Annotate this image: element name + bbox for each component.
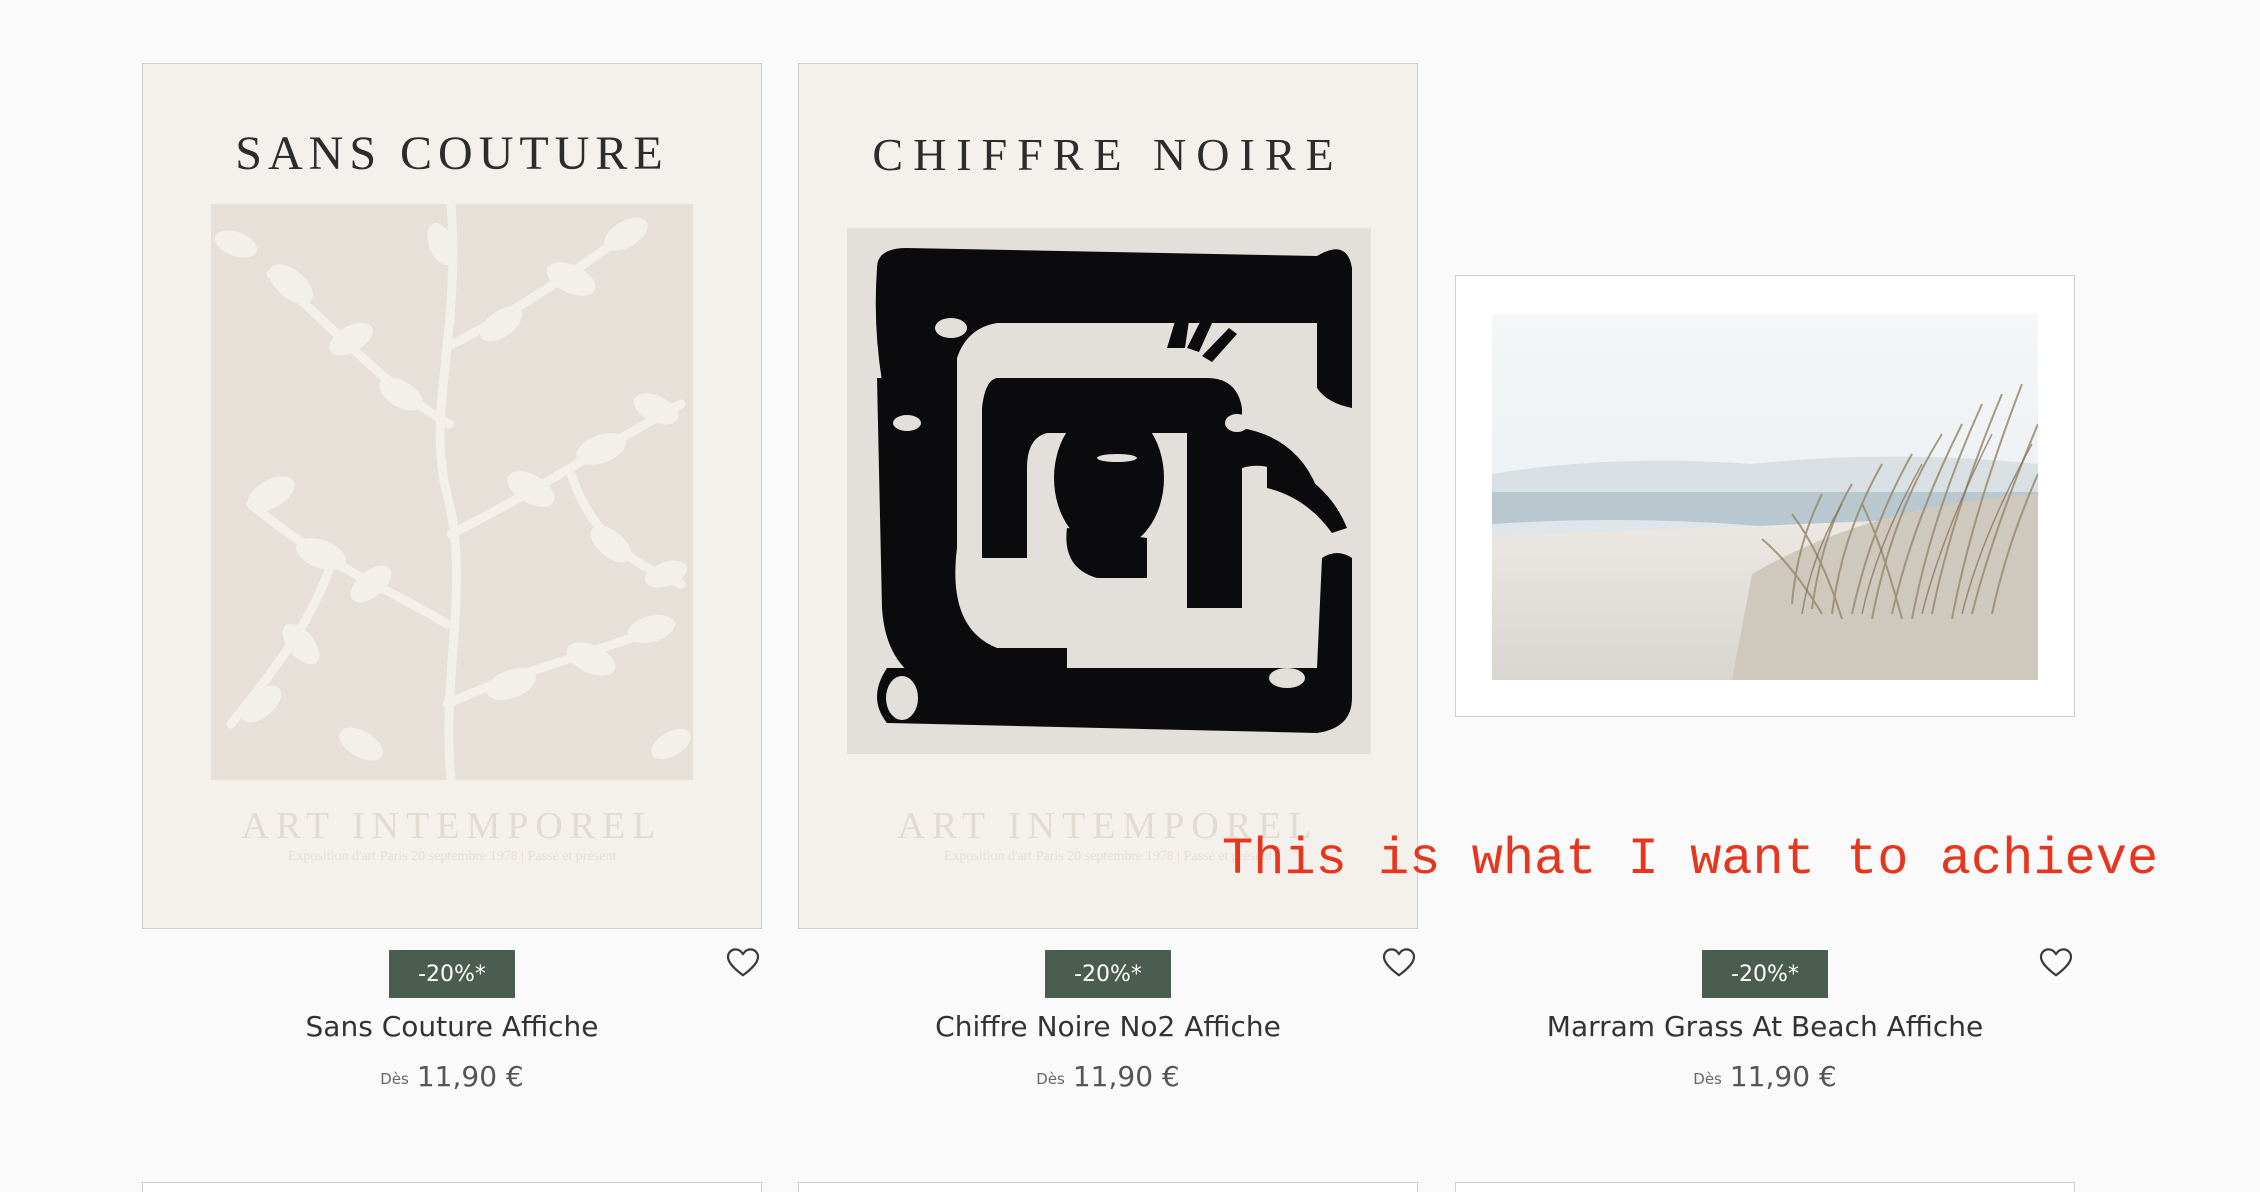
price-prefix: Dès [1036,1070,1065,1088]
price-value: 11,90 € [1729,1060,1837,1093]
annotation-text: This is what I want to achieve [1222,830,2159,889]
poster-title: CHIFFRE NOIRE [872,129,1344,180]
discount-badge: -20%* [389,950,515,998]
product-image-chiffre-noire[interactable]: CHIFFRE NOIRE ART INTEMPOREL Exposition … [798,63,1418,929]
poster-footer: ART INTEMPOREL [241,805,663,847]
poster-footer-subtitle: Exposition d'art Paris 20 septembre 1978… [287,849,617,864]
product-name[interactable]: Marram Grass At Beach Affiche [1455,1010,2075,1043]
heart-outline-icon[interactable] [1382,948,1416,978]
heart-outline-icon[interactable] [726,948,760,978]
discount-badge: -20%* [1702,950,1828,998]
product-name[interactable]: Sans Couture Affiche [142,1010,762,1043]
discount-badge: -20%* [1045,950,1171,998]
price-value: 11,90 € [416,1060,524,1093]
next-row-card [142,1182,762,1192]
price-row: Dès 11,90 € [142,1060,762,1093]
price-row: Dès 11,90 € [1455,1060,2075,1093]
product-image-marram-grass[interactable] [1455,275,2075,717]
poster-title: SANS COUTURE [235,127,669,180]
next-row-card [1455,1182,2075,1192]
product-grid: SANS COUTURE ART INTEMPOREL Exposition d… [0,0,2260,1192]
next-row-card [798,1182,1418,1192]
heart-outline-icon[interactable] [2039,948,2073,978]
price-prefix: Dès [1693,1070,1722,1088]
product-image-sans-couture[interactable]: SANS COUTURE ART INTEMPOREL Exposition d… [142,63,762,929]
product-name[interactable]: Chiffre Noire No2 Affiche [798,1010,1418,1043]
beach-grass-photo [1492,314,2038,680]
price-prefix: Dès [380,1070,409,1088]
leaf-pattern-artwork [211,204,693,780]
price-row: Dès 11,90 € [798,1060,1418,1093]
price-value: 11,90 € [1072,1060,1180,1093]
abstract-figure-artwork [847,228,1371,754]
